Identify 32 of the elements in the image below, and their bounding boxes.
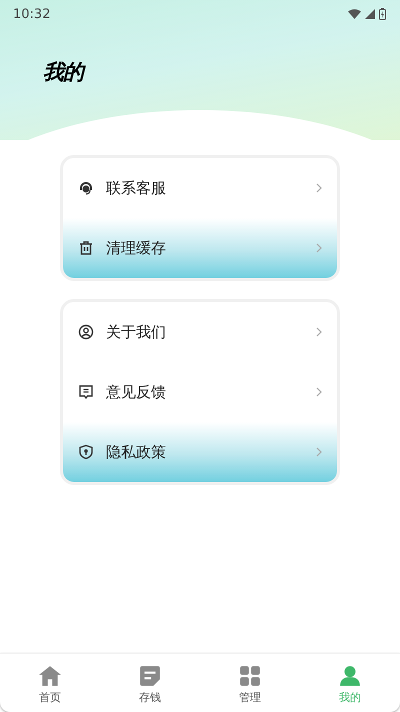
menu-item[interactable]: 清理缓存	[63, 218, 337, 278]
trash-icon	[78, 240, 94, 256]
chevron-icon	[316, 183, 322, 193]
item-label: 关于我们	[106, 322, 167, 342]
headset-icon	[78, 180, 94, 196]
status-time: 10:32	[13, 6, 50, 22]
nav-tab[interactable]: 首页	[0, 654, 100, 712]
nav-tab[interactable]: 存钱	[100, 654, 200, 712]
item-label: 联系客服	[106, 178, 167, 198]
chevron-icon	[316, 447, 322, 457]
page-title: 我的	[43, 58, 83, 86]
item-label: 意见反馈	[106, 382, 167, 402]
note-icon	[139, 665, 161, 687]
chevron-icon	[316, 327, 322, 337]
menu-item[interactable]: 隐私政策	[63, 422, 337, 482]
item-label: 清理缓存	[106, 238, 167, 258]
item-label: 隐私政策	[106, 442, 167, 462]
chevron-icon	[316, 243, 322, 253]
nav-tab[interactable]: 管理	[200, 654, 300, 712]
signal-icon	[365, 9, 375, 19]
message-icon	[78, 384, 94, 400]
grid-icon	[239, 665, 261, 687]
shield-icon	[78, 444, 94, 460]
person-icon	[78, 324, 94, 340]
menu-item[interactable]: 关于我们	[63, 302, 337, 362]
person-icon	[339, 665, 361, 687]
chevron-icon	[316, 387, 322, 397]
menu-item[interactable]: 意见反馈	[63, 362, 337, 422]
menu-item[interactable]: 联系客服	[63, 158, 337, 218]
home-icon	[39, 665, 61, 687]
battery-icon	[379, 8, 386, 20]
wifi-icon	[348, 9, 361, 19]
